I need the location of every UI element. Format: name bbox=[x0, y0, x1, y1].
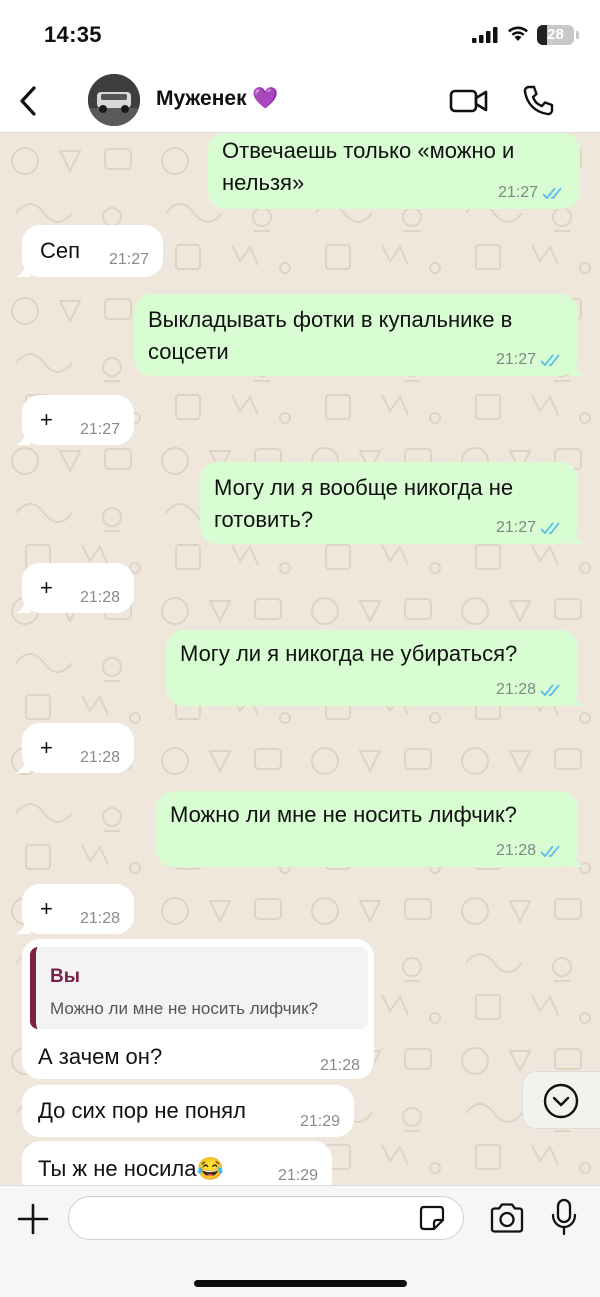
message-outgoing[interactable]: Выкладывать фотки в купальнике в соцсети… bbox=[134, 294, 584, 376]
message-time: 21:27 bbox=[495, 519, 536, 536]
battery-level bbox=[537, 25, 548, 45]
home-indicator[interactable] bbox=[194, 1280, 407, 1287]
message-incoming[interactable]: До сих пор не понял 21:29 bbox=[22, 1085, 354, 1137]
double-check-icon bbox=[542, 187, 562, 200]
message-meta: 21:28 bbox=[496, 681, 562, 699]
battery-percent: 28 bbox=[547, 26, 564, 43]
sticker-icon[interactable] bbox=[418, 1204, 446, 1232]
plus-icon[interactable] bbox=[16, 1202, 50, 1236]
bubble-tail bbox=[16, 427, 30, 445]
video-call-icon[interactable] bbox=[449, 88, 489, 114]
double-check-icon bbox=[540, 522, 560, 535]
avatar-car-image bbox=[88, 74, 140, 126]
status-bar: 14:35 28 bbox=[0, 0, 600, 70]
message-text: А зачем он? bbox=[38, 1044, 163, 1069]
message-meta: 21:28 bbox=[496, 842, 562, 860]
reply-quote[interactable]: Вы Можно ли мне не носить лифчик? bbox=[30, 947, 368, 1029]
message-text: До сих пор не понял bbox=[38, 1098, 246, 1123]
battery-tip bbox=[576, 31, 579, 39]
battery-indicator: 28 bbox=[537, 25, 574, 45]
scroll-to-bottom-button[interactable] bbox=[522, 1071, 600, 1129]
wifi-icon bbox=[508, 26, 528, 41]
message-incoming[interactable]: + 21:27 bbox=[16, 395, 134, 445]
quote-author: Вы bbox=[50, 966, 80, 987]
message-incoming[interactable]: + 21:28 bbox=[16, 884, 134, 934]
message-time: 21:28 bbox=[319, 1057, 360, 1074]
microphone-icon[interactable] bbox=[551, 1198, 577, 1236]
message-incoming[interactable]: Сеп 21:27 bbox=[16, 225, 163, 277]
message-text: Можно ли мне не носить лифчик? bbox=[170, 802, 517, 827]
double-check-icon bbox=[540, 354, 560, 367]
message-time: 21:28 bbox=[495, 681, 536, 698]
message-time: 21:28 bbox=[79, 749, 120, 766]
status-time: 14:35 bbox=[44, 22, 102, 47]
message-time: 21:29 bbox=[277, 1167, 318, 1184]
bubble-tail bbox=[570, 849, 584, 867]
chevron-down-icon bbox=[543, 1083, 579, 1119]
quote-text: Можно ли мне не носить лифчик? bbox=[50, 999, 318, 1018]
back-icon[interactable] bbox=[14, 84, 44, 118]
double-check-icon bbox=[540, 845, 560, 858]
message-outgoing[interactable]: Могу ли я вообще никогда не готовить? 21… bbox=[200, 462, 584, 544]
bubble-tail bbox=[16, 755, 30, 773]
message-text: Могу ли я никогда не убираться? bbox=[180, 641, 518, 666]
bubble-tail bbox=[570, 688, 584, 706]
phone-icon[interactable] bbox=[521, 84, 555, 118]
chat-area[interactable]: Отвечаешь только «можно и нельзя» 21:27 … bbox=[0, 133, 600, 1185]
bubble-tail bbox=[16, 916, 30, 934]
message-time: 21:27 bbox=[497, 184, 538, 201]
message-outgoing[interactable]: Можно ли мне не носить лифчик? 21:28 bbox=[156, 791, 584, 867]
message-text: Ты ж не носила😂 bbox=[38, 1156, 224, 1181]
chat-header: Муженек 💜 bbox=[0, 70, 600, 133]
message-outgoing[interactable]: Отвечаешь только «можно и нельзя» 21:27 bbox=[208, 133, 580, 209]
bubble-tail bbox=[16, 595, 30, 613]
message-incoming-reply[interactable]: Вы Можно ли мне не носить лифчик? А заче… bbox=[22, 939, 374, 1079]
message-time: 21:28 bbox=[495, 842, 536, 859]
message-input-bar bbox=[0, 1185, 600, 1297]
signal-icon bbox=[472, 27, 498, 43]
bubble-tail bbox=[570, 526, 584, 544]
message-incoming[interactable]: Ты ж не носила😂 21:29 bbox=[22, 1141, 332, 1185]
camera-icon[interactable] bbox=[489, 1202, 525, 1234]
bubble-tail bbox=[16, 259, 30, 277]
message-time: 21:28 bbox=[79, 910, 120, 927]
message-meta: 21:27 bbox=[496, 351, 562, 369]
contact-name[interactable]: Муженек 💜 bbox=[156, 87, 279, 111]
message-meta: 21:27 bbox=[498, 184, 564, 202]
message-time: 21:27 bbox=[79, 421, 120, 438]
message-meta: 21:27 bbox=[496, 519, 562, 537]
message-incoming[interactable]: + 21:28 bbox=[16, 563, 134, 613]
message-incoming[interactable]: + 21:28 bbox=[16, 723, 134, 773]
message-time: 21:27 bbox=[495, 351, 536, 368]
bubble-tail bbox=[570, 358, 584, 376]
avatar[interactable] bbox=[88, 74, 140, 126]
double-check-icon bbox=[540, 684, 560, 697]
message-time: 21:29 bbox=[299, 1113, 340, 1130]
message-time: 21:28 bbox=[79, 589, 120, 606]
message-outgoing[interactable]: Могу ли я никогда не убираться? 21:28 bbox=[166, 630, 584, 706]
message-time: 21:27 bbox=[108, 251, 149, 268]
message-input[interactable] bbox=[68, 1196, 464, 1240]
